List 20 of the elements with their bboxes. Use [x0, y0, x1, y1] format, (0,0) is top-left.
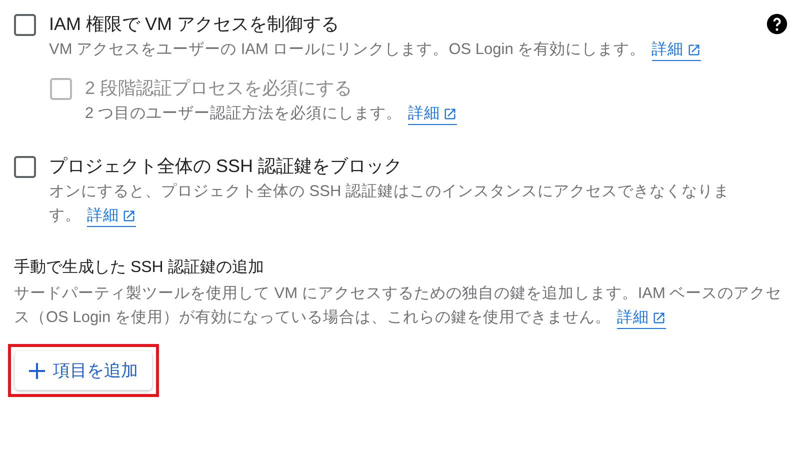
option-label: 2 段階認証プロセスを必須にする [85, 77, 352, 100]
checkbox[interactable] [14, 14, 36, 36]
section-title: 手動で生成した SSH 認証鍵の追加 [14, 258, 265, 278]
external-link-icon [652, 311, 666, 325]
section-description: サードパーティ製ツールを使用して VM にアクセスするための独自の鍵を追加します。IAM ベースのアクセス（OS Login を使用）が有効になっている場合は、これらの鍵を使用できません。 詳細 [14, 282, 784, 330]
option-description: VM アクセスをユーザーの IAM ロールにリンクします。OS Login を有効にします。 詳細 [49, 38, 739, 62]
option-description: オンにすると、プロジェクト全体の SSH 認証鍵はこのインスタンスにアクセスできなくなります。 詳細 [49, 180, 739, 228]
external-link-icon [442, 107, 457, 121]
option-label: IAM 権限で VM アクセスを制御する [49, 13, 340, 36]
option-description: 2 つ目のユーザー認証方法を必須にします。 詳細 [85, 102, 775, 126]
details-link[interactable]: 詳細 [87, 206, 136, 227]
help-icon[interactable] [766, 13, 788, 35]
add-item-button[interactable]: 項目を追加 [15, 351, 152, 390]
external-link-icon [122, 209, 136, 223]
external-link-icon [686, 43, 701, 57]
details-link[interactable]: 詳細 [652, 40, 701, 61]
option-label: プロジェクト全体の SSH 認証鍵をブロック [49, 155, 402, 178]
checkbox[interactable] [14, 156, 36, 178]
details-link[interactable]: 詳細 [616, 308, 666, 329]
plus-icon [29, 362, 45, 378]
